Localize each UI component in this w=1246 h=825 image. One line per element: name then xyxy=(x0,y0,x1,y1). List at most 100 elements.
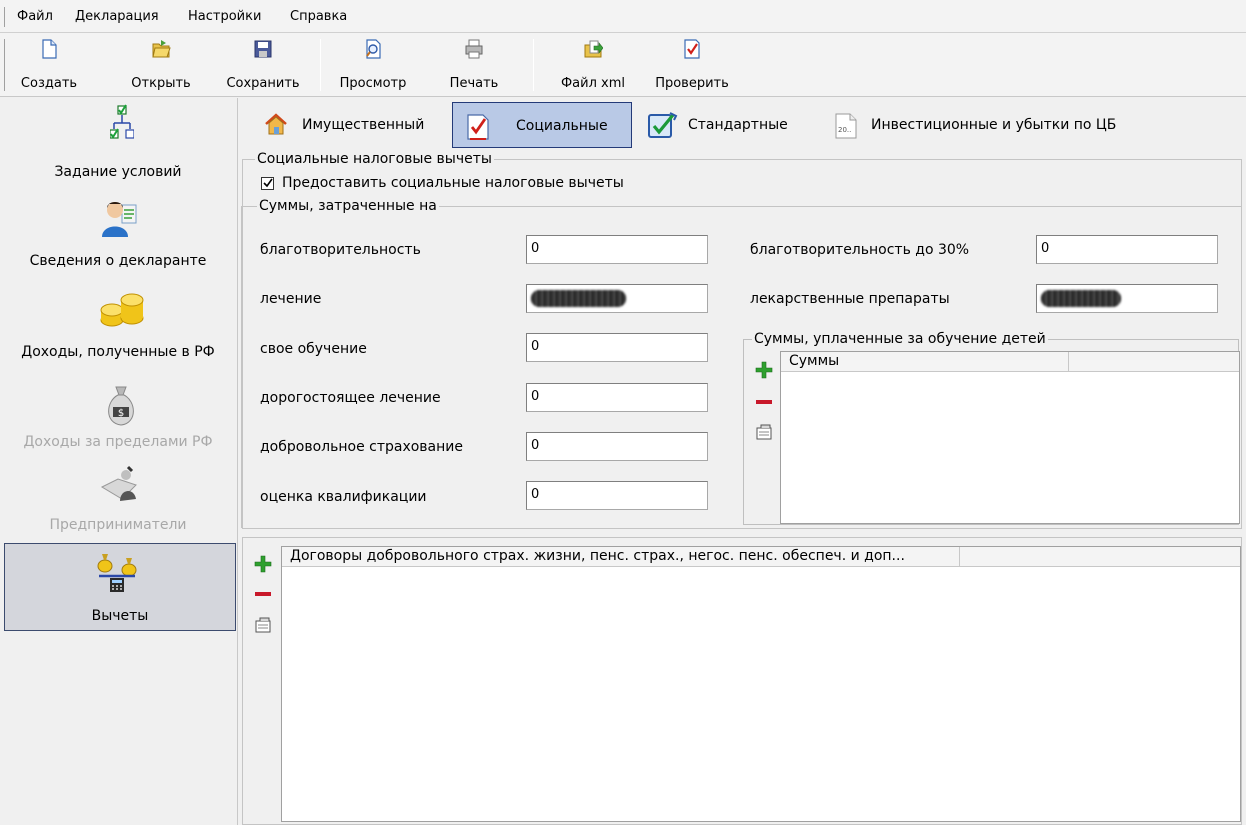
conditions-tree-icon xyxy=(110,104,134,139)
new-document-icon xyxy=(42,39,57,59)
nav-label: Доходы, полученные в РФ xyxy=(21,344,215,360)
children-education-title: Суммы, уплаченные за обучение детей xyxy=(752,331,1048,347)
menu-settings[interactable]: Настройки xyxy=(188,9,261,24)
open-button[interactable]: Открыть xyxy=(122,33,200,97)
charity-input[interactable]: 0 xyxy=(526,235,708,264)
open-label: Открыть xyxy=(131,76,191,91)
menu-file[interactable]: Файл xyxy=(17,9,53,24)
open-folder-icon xyxy=(152,40,171,58)
tab-label: Социальные xyxy=(516,118,608,134)
nav-item-declarant[interactable]: Сведения о декларанте xyxy=(0,193,236,285)
menu-grip xyxy=(4,7,5,27)
social-group-title: Социальные налоговые вычеты xyxy=(255,151,494,167)
nav-item-entrepreneurs[interactable]: Предприниматели xyxy=(0,463,236,545)
preview-label: Просмотр xyxy=(339,76,407,91)
charity30-label: благотворительность до 30% xyxy=(750,242,970,258)
tab-property[interactable]: Имущественный xyxy=(262,102,444,148)
own-education-input[interactable]: 0 xyxy=(526,333,708,362)
nav-item-conditions[interactable]: Задание условий xyxy=(0,100,236,192)
check-label: Проверить xyxy=(655,76,729,91)
nav-label: Сведения о декларанте xyxy=(29,253,207,269)
toolbar-separator xyxy=(533,39,534,91)
save-label: Сохранить xyxy=(226,76,300,91)
nav-item-income-rf[interactable]: Доходы, полученные в РФ xyxy=(0,288,236,380)
preview-magnifier-icon xyxy=(366,39,381,59)
medicines-label: лекарственные препараты xyxy=(750,291,950,307)
qualification-input[interactable]: 0 xyxy=(526,481,708,510)
sums-spent-title: Суммы, затраченные на xyxy=(257,198,439,214)
save-disk-icon xyxy=(254,40,272,58)
nav-label: Вычеты xyxy=(91,608,149,624)
redacted-value xyxy=(531,290,626,307)
left-navigation: Задание условий Сведения о декларанте До… xyxy=(0,98,238,825)
add-children-sum-icon[interactable] xyxy=(755,361,773,379)
coins-icon xyxy=(100,293,144,327)
medicines-input[interactable] xyxy=(1036,284,1218,313)
menu-help[interactable]: Справка xyxy=(290,9,347,24)
nav-label: Доходы за пределами РФ xyxy=(23,434,213,450)
grid-header: Договоры добровольного страх. жизни, пен… xyxy=(282,547,1240,567)
nav-label: Задание условий xyxy=(54,164,182,180)
svg-text:20..: 20.. xyxy=(838,126,851,134)
check-box-icon xyxy=(648,112,678,138)
check-document-icon xyxy=(684,39,700,59)
contracts-grid[interactable]: Договоры добровольного страх. жизни, пен… xyxy=(281,546,1241,822)
nav-item-deductions[interactable]: Вычеты xyxy=(4,543,236,631)
xml-file-label: Файл xml xyxy=(560,76,626,91)
svg-text:$: $ xyxy=(118,408,124,419)
print-button[interactable]: Печать xyxy=(438,33,510,97)
remove-contract-icon[interactable] xyxy=(254,585,272,603)
toolbar: Создать Открыть Сохранить Просмотр Печат… xyxy=(0,33,1246,97)
tab-label: Инвестиционные и убытки по ЦБ xyxy=(871,117,1117,133)
house-icon xyxy=(265,113,287,135)
menu-bar: Файл Декларация Настройки Справка xyxy=(0,0,1246,33)
tab-label: Стандартные xyxy=(688,117,788,133)
declarant-person-icon xyxy=(102,202,137,237)
nav-item-income-abroad[interactable]: $ Доходы за пределами РФ xyxy=(0,383,236,475)
grid-header: Суммы xyxy=(781,352,1239,372)
tab-standard[interactable]: Стандартные xyxy=(640,102,820,148)
create-label: Создать xyxy=(20,76,78,91)
column-contracts[interactable]: Договоры добровольного страх. жизни, пен… xyxy=(282,547,960,567)
toolbar-grip xyxy=(4,39,5,91)
deductions-scales-icon xyxy=(97,554,137,592)
voluntary-insurance-label: добровольное страхование xyxy=(260,439,463,455)
menu-declaration[interactable]: Декларация xyxy=(75,9,159,24)
remove-children-sum-icon[interactable] xyxy=(755,393,773,411)
tab-label: Имущественный xyxy=(302,117,425,133)
checkmark-icon xyxy=(263,178,273,188)
entrepreneur-icon xyxy=(100,465,137,501)
edit-contract-icon[interactable] xyxy=(254,616,272,634)
children-sums-grid[interactable]: Суммы xyxy=(780,351,1240,524)
save-button[interactable]: Сохранить xyxy=(220,33,306,97)
page-20-icon: 20.. xyxy=(835,113,857,139)
xml-file-button[interactable]: Файл xml xyxy=(550,33,636,97)
social-deductions-checkbox[interactable] xyxy=(261,177,274,190)
own-education-label: свое обучение xyxy=(260,341,367,357)
add-contract-icon[interactable] xyxy=(254,555,272,573)
check-document-icon xyxy=(467,114,489,140)
expensive-treatment-label: дорогостоящее лечение xyxy=(260,390,441,406)
treatment-label: лечение xyxy=(260,291,322,307)
expensive-treatment-input[interactable]: 0 xyxy=(526,383,708,412)
xml-export-icon xyxy=(584,40,603,58)
create-button[interactable]: Создать xyxy=(20,33,78,97)
voluntary-insurance-input[interactable]: 0 xyxy=(526,432,708,461)
column-sums[interactable]: Суммы xyxy=(781,352,1069,372)
nav-label: Предприниматели xyxy=(49,517,187,533)
printer-icon xyxy=(465,39,483,59)
print-label: Печать xyxy=(449,76,499,91)
tab-social[interactable]: Социальные xyxy=(452,102,632,148)
check-button[interactable]: Проверить xyxy=(644,33,740,97)
social-deductions-checkbox-label: Предоставить социальные налоговые вычеты xyxy=(282,175,624,191)
toolbar-separator xyxy=(320,39,321,91)
money-bag-icon: $ xyxy=(108,386,134,426)
qualification-label: оценка квалификации xyxy=(260,489,427,505)
edit-children-sum-icon[interactable] xyxy=(755,423,773,441)
tab-investment[interactable]: 20.. Инвестиционные и убытки по ЦБ xyxy=(830,102,1150,148)
redacted-value xyxy=(1041,290,1121,307)
preview-button[interactable]: Просмотр xyxy=(333,33,413,97)
charity-label: благотворительность xyxy=(260,242,421,258)
charity30-input[interactable]: 0 xyxy=(1036,235,1218,264)
treatment-input[interactable] xyxy=(526,284,708,313)
